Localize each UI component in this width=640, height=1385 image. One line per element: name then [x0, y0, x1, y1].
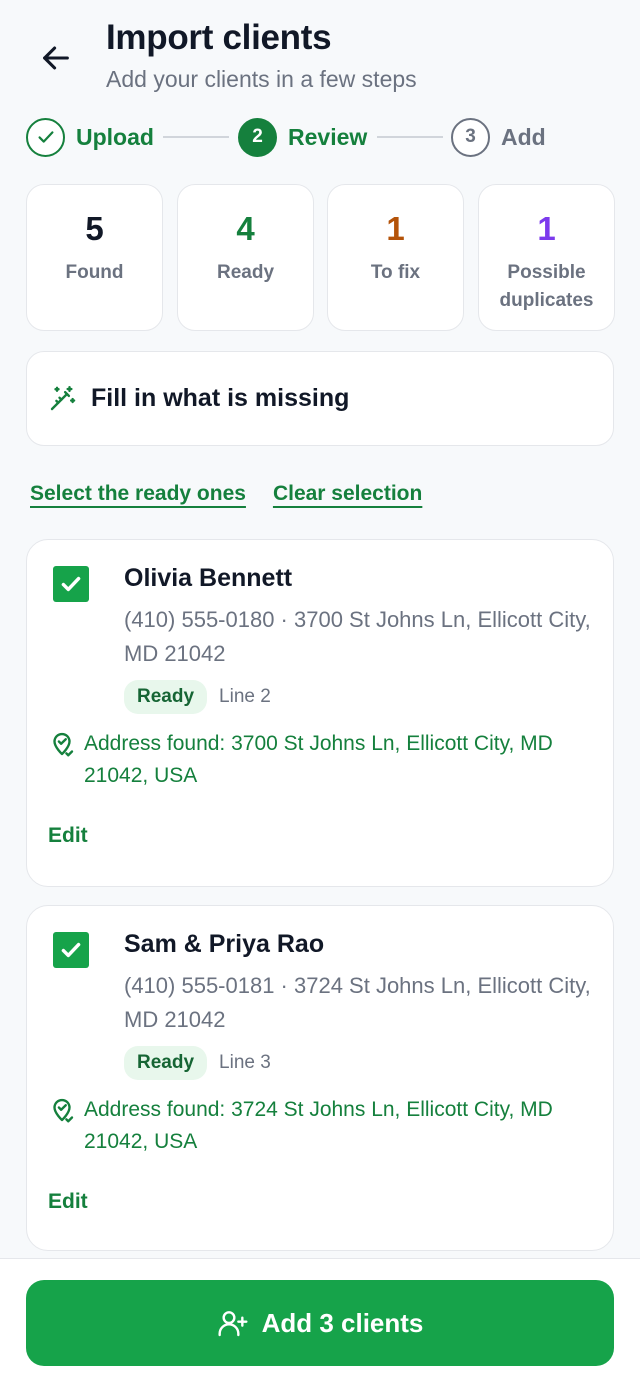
status-badge: Ready: [124, 680, 208, 714]
edit-client-link[interactable]: Edit: [48, 824, 88, 848]
stat-label: Found: [65, 262, 124, 283]
magic-wand-icon: [50, 385, 76, 410]
client-name: Olivia Bennett: [124, 564, 293, 592]
map-pin-check-icon: [53, 732, 74, 757]
clear-selection-link[interactable]: Clear selection: [273, 482, 422, 518]
map-pin-check-icon: [53, 1098, 74, 1123]
add-clients-label: Add 3 clients: [261, 1307, 424, 1338]
client-card: Olivia Bennett (410) 555-0180 · 3700 St …: [26, 539, 614, 887]
client-contact-info: (410) 555-0180 · 3700 St Johns Ln, Ellic…: [124, 607, 591, 666]
step-add[interactable]: 3 Add: [451, 117, 546, 157]
stat-to-fix[interactable]: 1 To fix: [327, 184, 464, 331]
fill-missing-label: Fill in what is missing: [91, 384, 350, 412]
stat-label: To fix: [370, 262, 421, 283]
client-status-row: Ready Line 3: [124, 1046, 271, 1080]
arrow-left-icon: [43, 46, 69, 70]
step-label-add: Add: [501, 123, 546, 150]
client-checkbox[interactable]: [53, 932, 89, 968]
stat-ready[interactable]: 4 Ready: [177, 184, 314, 331]
stat-found[interactable]: 5 Found: [26, 184, 163, 331]
step-number-add: 3: [451, 117, 490, 157]
select-ready-link[interactable]: Select the ready ones: [30, 482, 246, 518]
stat-label: Ready: [216, 262, 275, 283]
page-title: Import clients: [106, 18, 332, 57]
page-subtitle: Add your clients in a few steps: [106, 66, 417, 92]
import-stepper: Upload 2 Review 3 Add: [26, 117, 626, 157]
step-label-upload: Upload: [76, 123, 154, 150]
address-found-text: Address found: 3724 St Johns Ln, Ellicot…: [84, 1098, 553, 1153]
selection-links: Select the ready ones Clear selection: [30, 482, 449, 518]
source-line: Line 2: [219, 686, 271, 707]
stat-label: Possible duplicates: [499, 262, 594, 311]
step-label-review: Review: [288, 123, 368, 150]
bottom-action-bar: Add 3 clients: [0, 1258, 640, 1385]
back-button[interactable]: [36, 38, 76, 78]
add-clients-button[interactable]: Add 3 clients: [26, 1280, 614, 1366]
stat-possible-duplicates[interactable]: 1 Possible duplicates: [478, 184, 615, 331]
header: Import clients Add your clients in a few…: [0, 0, 640, 110]
checkmark-icon: [61, 576, 81, 592]
stat-value: 1: [537, 210, 556, 247]
client-card: Sam & Priya Rao (410) 555-0181 · 3724 St…: [26, 905, 614, 1251]
address-match: Address found: 3700 St Johns Ln, Ellicot…: [47, 728, 587, 792]
import-summary: 5 Found 4 Ready 1 To fix 1 Possible dupl…: [26, 184, 615, 332]
stat-value: 1: [386, 210, 405, 247]
user-plus-icon: [218, 1311, 248, 1337]
fill-missing-button[interactable]: Fill in what is missing: [26, 351, 614, 446]
step-number-review: 2: [238, 117, 277, 157]
source-line: Line 3: [219, 1052, 271, 1073]
stat-value: 4: [236, 210, 255, 247]
step-review[interactable]: 2 Review: [238, 117, 367, 157]
client-name: Sam & Priya Rao: [124, 930, 325, 958]
client-contact-info: (410) 555-0181 · 3724 St Johns Ln, Ellic…: [124, 973, 591, 1032]
step-connector: [163, 136, 229, 138]
check-icon: [26, 117, 65, 157]
client-checkbox[interactable]: [53, 566, 89, 602]
checkmark-icon: [61, 942, 81, 958]
stat-value: 5: [85, 210, 104, 247]
client-status-row: Ready Line 2: [124, 680, 271, 714]
status-badge: Ready: [124, 1046, 208, 1080]
step-connector: [377, 136, 443, 138]
step-upload[interactable]: Upload: [26, 117, 154, 157]
address-found-text: Address found: 3700 St Johns Ln, Ellicot…: [84, 732, 553, 787]
address-match: Address found: 3724 St Johns Ln, Ellicot…: [47, 1094, 587, 1158]
edit-client-link[interactable]: Edit: [48, 1190, 88, 1214]
